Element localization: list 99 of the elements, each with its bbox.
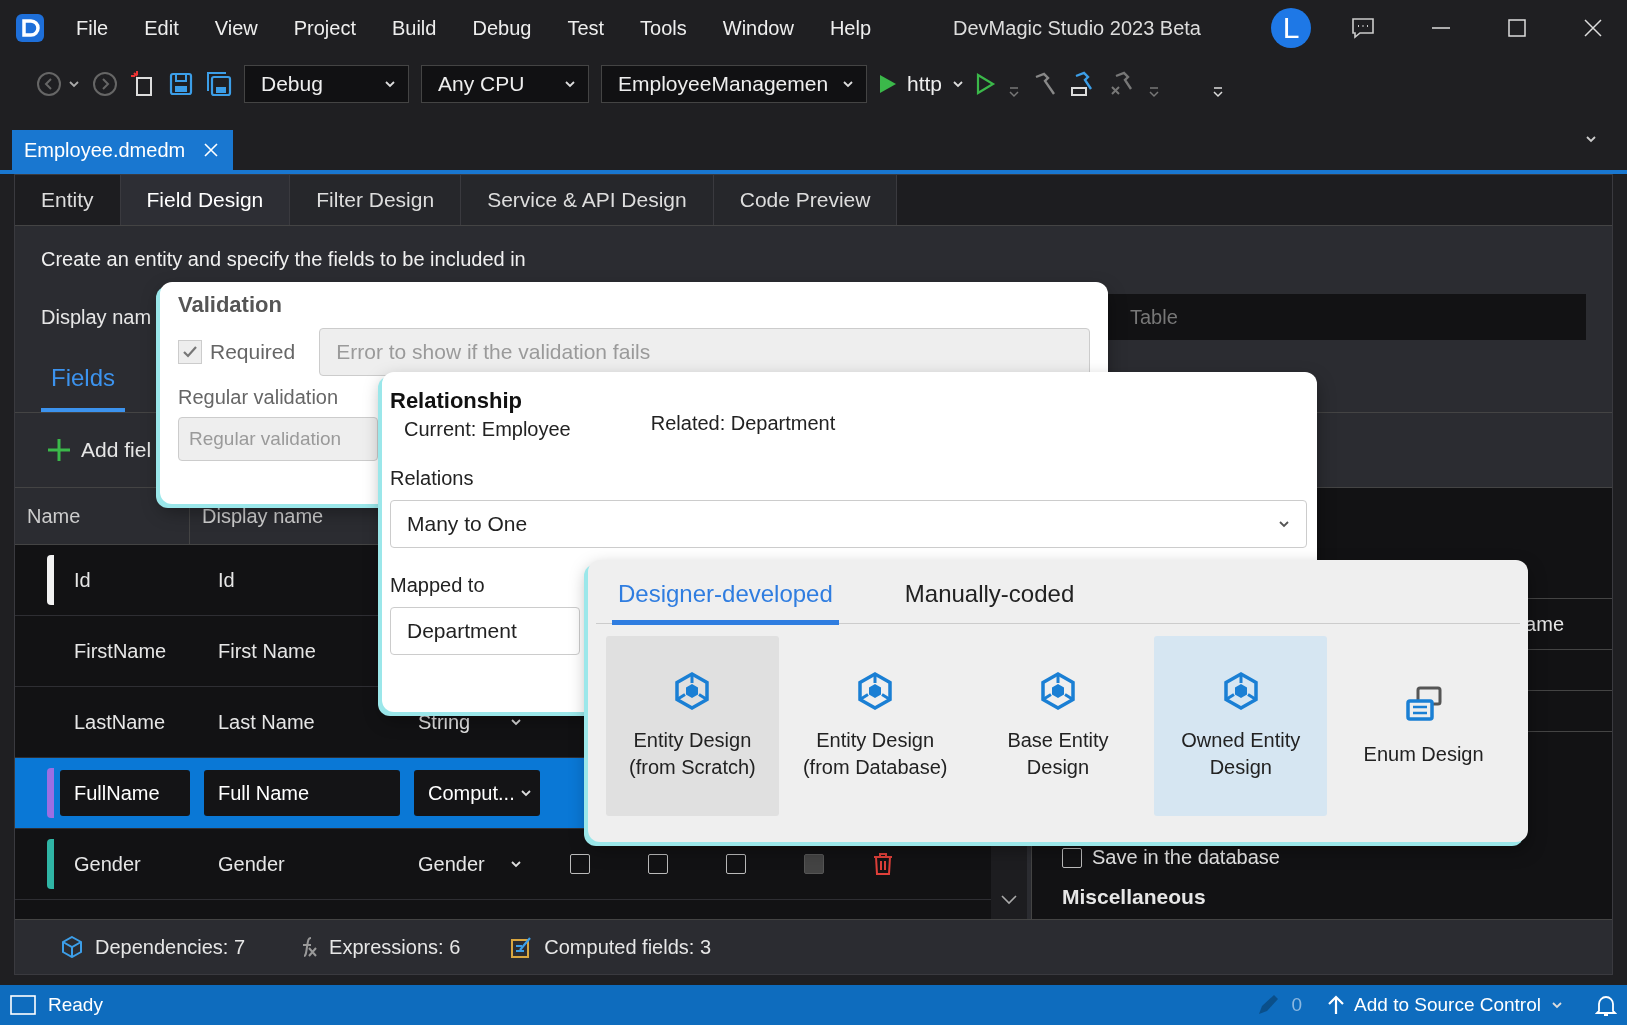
field-label: Display nam bbox=[41, 305, 152, 329]
table-cell-text: First Name bbox=[217, 639, 317, 663]
status-text: Ready bbox=[48, 994, 103, 1016]
table-cell-text: Id bbox=[73, 568, 92, 592]
input-field[interactable]: Error to show if the validation fails bbox=[319, 328, 1090, 376]
table-cell-text: Last Name bbox=[217, 710, 316, 734]
upload-arrow-icon bbox=[1328, 995, 1345, 1015]
info-text: Related: Department bbox=[650, 412, 836, 436]
avatar[interactable]: L bbox=[1271, 8, 1311, 48]
checkbox[interactable] bbox=[726, 854, 746, 874]
checkbox-label: Required bbox=[210, 340, 296, 364]
field-label: Mapped to bbox=[390, 574, 485, 597]
column-header: Display name bbox=[201, 503, 324, 529]
overflow-icon[interactable] bbox=[1212, 86, 1225, 100]
toolbar-dropdown[interactable]: Any CPU bbox=[421, 65, 589, 103]
tab[interactable]: Designer-developed bbox=[612, 566, 839, 625]
input-field[interactable]: Regular validation bbox=[178, 417, 378, 461]
input-field[interactable]: Department bbox=[390, 607, 580, 655]
scroll-down-icon[interactable] bbox=[1001, 895, 1017, 905]
card-title: Validation bbox=[178, 292, 283, 318]
designer-option[interactable]: Enum Design bbox=[1337, 636, 1510, 816]
designer-option[interactable]: Owned Entity Design bbox=[1154, 636, 1328, 816]
card-title: Relationship bbox=[390, 388, 523, 414]
designer-tab[interactable]: Code Preview bbox=[713, 175, 898, 225]
caret-icon bbox=[564, 79, 576, 89]
caret-icon bbox=[520, 788, 532, 798]
hexagon-icon bbox=[1038, 671, 1078, 711]
document-tab[interactable]: Employee.dmedm bbox=[12, 130, 234, 170]
type-dropdown[interactable]: Gender bbox=[404, 852, 530, 876]
table-cell-text: LastName bbox=[73, 710, 167, 734]
bell-icon[interactable] bbox=[1595, 993, 1617, 1017]
checkbox[interactable] bbox=[570, 854, 590, 874]
play-outline-icon[interactable] bbox=[976, 73, 997, 95]
back-icon[interactable] bbox=[36, 71, 62, 97]
caret-icon bbox=[510, 859, 522, 869]
trash-icon[interactable] bbox=[872, 852, 894, 876]
caret-icon bbox=[1278, 519, 1290, 529]
checkbox[interactable] bbox=[1062, 847, 1082, 868]
summary-text: Dependencies: 7 bbox=[95, 935, 246, 959]
window-title: DevMagic Studio 2023 Beta bbox=[953, 16, 1201, 40]
run-button[interactable]: http bbox=[879, 72, 965, 96]
maximize-icon[interactable] bbox=[1507, 18, 1527, 38]
close-icon[interactable] bbox=[1583, 18, 1603, 38]
menu-item[interactable]: Project bbox=[275, 16, 374, 40]
menu-item[interactable]: Tools bbox=[622, 16, 705, 40]
caret-icon bbox=[842, 79, 854, 89]
count-text: 0 bbox=[1291, 994, 1303, 1016]
designer-option[interactable]: Entity Design (from Scratch) bbox=[606, 636, 779, 816]
input-field[interactable]: Table bbox=[1108, 294, 1586, 340]
feedback-icon[interactable] bbox=[1351, 17, 1375, 39]
table-cell-text: FirstName bbox=[73, 639, 168, 663]
input-field[interactable]: Full Name bbox=[204, 770, 400, 816]
section-tab[interactable]: Fields bbox=[41, 354, 126, 412]
add-field-button[interactable]: Add fiel bbox=[47, 438, 152, 462]
summary-text: Computed fields: 3 bbox=[544, 935, 712, 959]
tab[interactable]: Manually-coded bbox=[898, 566, 1081, 623]
plus-icon bbox=[47, 438, 71, 462]
toolbar-dropdown[interactable]: Debug bbox=[244, 65, 409, 103]
source-control-button[interactable]: Add to Source Control bbox=[1328, 994, 1563, 1016]
caret-icon bbox=[384, 79, 396, 89]
field-label: Relations bbox=[390, 467, 474, 490]
type-dropdown[interactable]: String bbox=[404, 710, 530, 734]
save-icon[interactable] bbox=[168, 71, 194, 97]
designer-tab[interactable]: Service & API Design bbox=[461, 175, 714, 225]
designer-tab[interactable]: Filter Design bbox=[290, 175, 462, 225]
toolbar-dropdown[interactable]: EmployeeManagemen bbox=[601, 65, 867, 103]
section-heading: Miscellaneous bbox=[1061, 884, 1207, 910]
table-cell-text: Gender bbox=[73, 852, 142, 876]
caret-icon bbox=[952, 79, 965, 89]
menu-item[interactable]: Edit bbox=[126, 16, 197, 40]
chevron-down-icon[interactable] bbox=[1585, 134, 1599, 144]
field-label: Regular validation bbox=[178, 386, 339, 409]
type-dropdown[interactable]: Comput... bbox=[414, 770, 540, 816]
menu-item[interactable]: Window bbox=[704, 16, 812, 40]
input-field[interactable]: FullName bbox=[60, 770, 190, 816]
save-all-icon[interactable] bbox=[206, 71, 232, 97]
app-logo-icon bbox=[16, 14, 44, 42]
caret-icon[interactable] bbox=[68, 79, 80, 89]
cube-icon bbox=[61, 936, 85, 958]
checkbox-label: Save in the database bbox=[1092, 846, 1280, 869]
menu-item[interactable]: Help bbox=[811, 16, 890, 40]
menu-item[interactable]: Debug bbox=[454, 16, 550, 40]
checkmark-icon bbox=[182, 345, 198, 359]
checkbox[interactable] bbox=[648, 854, 668, 874]
description-text: Create an entity and specify the fields to be included in bbox=[40, 247, 527, 272]
panel-icon[interactable] bbox=[10, 995, 36, 1015]
forward-icon[interactable] bbox=[92, 71, 118, 97]
play-icon bbox=[879, 74, 897, 94]
menu-item[interactable]: File bbox=[58, 16, 127, 40]
designer-tab[interactable]: Field Design bbox=[120, 175, 291, 225]
info-text: Current: Employee bbox=[404, 418, 571, 441]
caret-icon bbox=[510, 717, 522, 727]
caret-icon bbox=[1551, 1000, 1563, 1010]
menu-item[interactable]: Build bbox=[373, 16, 455, 40]
summary-text: Expressions: 6 bbox=[329, 935, 461, 959]
relations-dropdown[interactable]: Many to One bbox=[390, 500, 1307, 548]
menu-item[interactable]: Test bbox=[549, 16, 623, 40]
menu-item[interactable]: View bbox=[196, 16, 276, 40]
table-cell-text: Gender bbox=[217, 852, 286, 876]
